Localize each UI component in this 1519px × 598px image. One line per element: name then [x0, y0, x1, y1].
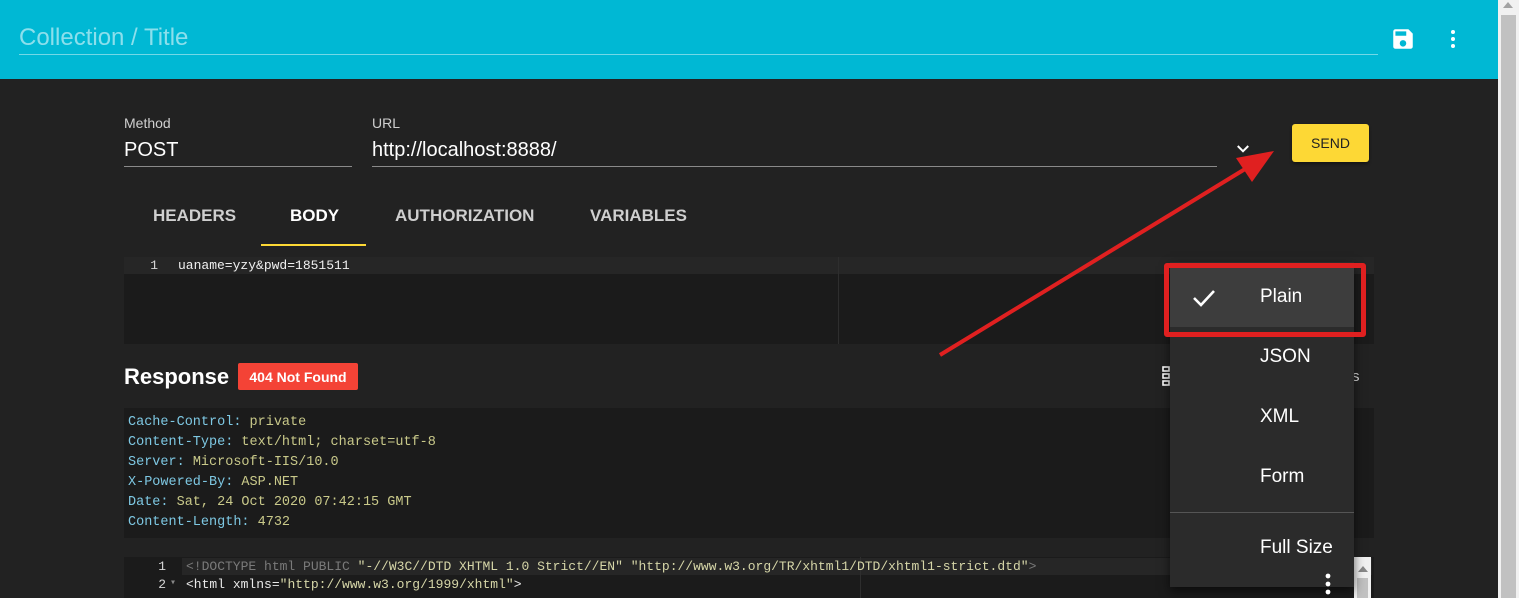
method-underline: [124, 166, 352, 167]
response-code-line: <html xmlns="http://www.w3.org/1999/xhtm…: [186, 577, 522, 592]
tab-body[interactable]: BODY: [290, 206, 339, 226]
url-underline: [372, 166, 1217, 167]
status-badge: 404 Not Found: [238, 363, 358, 390]
method-field[interactable]: POST: [124, 139, 178, 162]
active-tab-indicator: [261, 244, 366, 246]
response-code-line: <!DOCTYPE html PUBLIC "-//W3C//DTD XHTML…: [186, 559, 1037, 574]
url-field[interactable]: http://localhost:8888/: [372, 139, 557, 162]
more-vert-icon[interactable]: [1441, 26, 1465, 52]
scroll-up-arrow-icon[interactable]: [1503, 2, 1513, 8]
menu-item-json[interactable]: JSON: [1170, 327, 1354, 387]
menu-item-label: Full Size: [1260, 537, 1333, 558]
response-header-line: X-Powered-By: ASP.NET: [128, 475, 299, 490]
editor-print-margin: [838, 257, 839, 344]
menu-item-label: Form: [1260, 466, 1305, 487]
menu-item-plain[interactable]: Plain: [1170, 267, 1354, 327]
tab-variables[interactable]: VARIABLES: [590, 206, 687, 226]
response-body-scrollbar-thumb[interactable]: [1357, 578, 1368, 598]
response-header-line: Server: Microsoft-IIS/10.0: [128, 455, 339, 470]
fold-arrow-icon[interactable]: ▾: [170, 577, 176, 589]
line-number: 1: [158, 559, 166, 574]
url-label: URL: [372, 115, 401, 131]
body-code-line[interactable]: uaname=yzy&pwd=1851511: [178, 258, 350, 273]
response-header-line: Cache-Control: private: [128, 415, 307, 430]
more-vert-icon[interactable]: [1323, 572, 1333, 598]
response-header-line: Date: Sat, 24 Oct 2020 07:42:15 GMT: [128, 495, 412, 510]
line-number: 2: [158, 577, 166, 592]
tab-headers[interactable]: HEADERS: [153, 206, 236, 226]
window-scrollbar-thumb[interactable]: [1501, 15, 1516, 598]
tab-authorization[interactable]: AUTHORIZATION: [395, 206, 534, 226]
response-title: Response: [124, 364, 230, 389]
collection-title-input[interactable]: [19, 22, 1378, 55]
check-icon: [1193, 290, 1215, 307]
menu-item-label: XML: [1260, 406, 1300, 427]
menu-divider: [1170, 512, 1354, 513]
menu-item-xml[interactable]: XML: [1170, 387, 1354, 447]
response-header-line: Content-Type: text/html; charset=utf-8: [128, 435, 436, 450]
scroll-up-arrow-icon[interactable]: [1358, 566, 1368, 572]
menu-item-form[interactable]: Form: [1170, 447, 1354, 507]
line-number: 1: [150, 258, 158, 273]
menu-item-label: Plain: [1260, 286, 1303, 307]
send-button[interactable]: SEND: [1292, 124, 1369, 162]
response-header-line: Content-Length: 4732: [128, 515, 291, 530]
method-label: Method: [124, 115, 171, 131]
menu-item-label: JSON: [1260, 346, 1311, 367]
chevron-down-icon[interactable]: [1234, 140, 1252, 158]
save-icon[interactable]: [1390, 26, 1416, 52]
menu-item-full-size[interactable]: Full Size: [1170, 518, 1354, 578]
